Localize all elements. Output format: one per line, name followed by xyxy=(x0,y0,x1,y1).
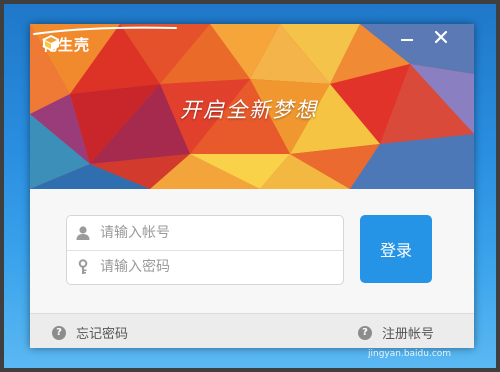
watermark: jingyan.baidu.com xyxy=(368,349,452,359)
key-icon xyxy=(78,259,88,274)
user-icon xyxy=(76,226,90,240)
register-account-label: 注册帐号 xyxy=(382,327,435,342)
question-circle-icon: ? xyxy=(52,325,66,340)
question-circle-icon: ? xyxy=(358,325,372,340)
minimize-button[interactable] xyxy=(400,30,424,52)
forgot-password-link[interactable]: ? 忘记密码 xyxy=(52,323,128,342)
logo-area: 花生壳 xyxy=(42,34,90,55)
credential-input-group xyxy=(66,215,344,285)
slogan: 开启全新梦想 xyxy=(180,98,318,122)
desktop-background: 花生壳 开启全新梦想 请输入帐号 登录 ? 忘记密码 ? 注册帐号 xyxy=(4,4,496,368)
close-icon xyxy=(434,30,448,44)
register-account-link[interactable]: ? 注册帐号 xyxy=(358,323,434,342)
minimize-icon xyxy=(401,39,413,41)
peanut-shell-logo-icon xyxy=(43,35,59,51)
password-input[interactable] xyxy=(98,258,332,276)
login-button[interactable]: 登录 xyxy=(360,215,432,283)
slogan-underline-stroke xyxy=(33,26,177,35)
login-form: 登录 xyxy=(30,189,474,313)
login-window: 花生壳 开启全新梦想 请输入帐号 登录 ? 忘记密码 ? 注册帐号 xyxy=(30,24,474,348)
forgot-password-label: 忘记密码 xyxy=(76,327,129,342)
password-row xyxy=(67,250,343,284)
close-button[interactable] xyxy=(434,30,458,52)
username-input[interactable] xyxy=(98,224,332,242)
username-row xyxy=(67,216,343,251)
banner: 花生壳 开启全新梦想 xyxy=(30,24,474,189)
footer-bar: ? 忘记密码 ? 注册帐号 xyxy=(30,313,474,348)
